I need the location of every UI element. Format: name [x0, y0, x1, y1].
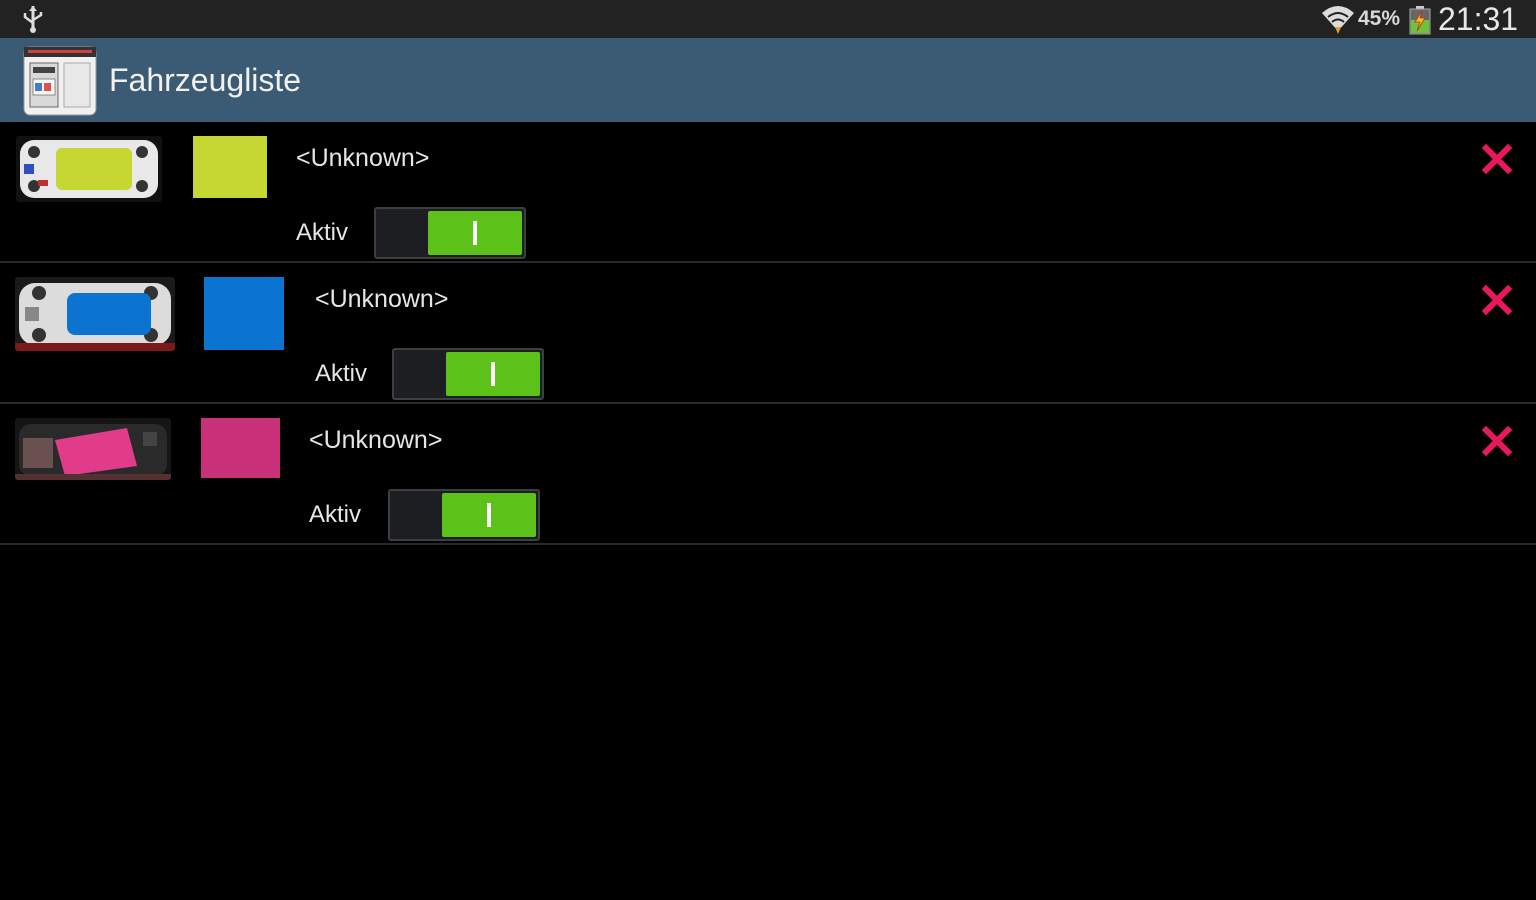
car-image [15, 277, 175, 351]
vehicle-name: <Unknown> [309, 426, 443, 454]
car-image [15, 418, 171, 480]
delete-icon[interactable] [1478, 422, 1516, 460]
color-swatch [204, 277, 284, 350]
toggle-knob [442, 493, 536, 537]
list-item[interactable]: <Unknown> Aktiv [0, 404, 1536, 545]
wifi-icon [1322, 6, 1354, 34]
color-swatch [201, 418, 280, 478]
action-bar: Fahrzeugliste [0, 38, 1536, 122]
toggle-knob [446, 352, 540, 396]
list-item[interactable]: <Unknown> Aktiv [0, 122, 1536, 263]
usb-icon [23, 6, 43, 33]
status-bar: 45% 21:31 [0, 0, 1536, 38]
delete-icon[interactable] [1478, 140, 1516, 178]
active-label: Aktiv [315, 360, 368, 387]
active-label: Aktiv [296, 219, 349, 246]
delete-icon[interactable] [1478, 281, 1516, 319]
page-title: Fahrzeugliste [109, 62, 302, 98]
app-icon[interactable] [22, 43, 98, 117]
active-label: Aktiv [309, 501, 362, 528]
active-toggle[interactable] [388, 489, 540, 541]
battery-percentage: 45% [1358, 7, 1401, 30]
vehicle-list: <Unknown> Aktiv <Unknown> Aktiv <Unknown… [0, 122, 1536, 545]
active-toggle[interactable] [392, 348, 544, 400]
clock: 21:31 [1438, 1, 1519, 37]
active-toggle[interactable] [374, 207, 526, 259]
car-image [16, 136, 162, 202]
vehicle-name: <Unknown> [315, 285, 449, 313]
color-swatch [193, 136, 267, 198]
list-item[interactable]: <Unknown> Aktiv [0, 263, 1536, 404]
battery-charging-icon [1409, 6, 1431, 35]
toggle-knob [428, 211, 522, 255]
vehicle-name: <Unknown> [296, 144, 430, 172]
